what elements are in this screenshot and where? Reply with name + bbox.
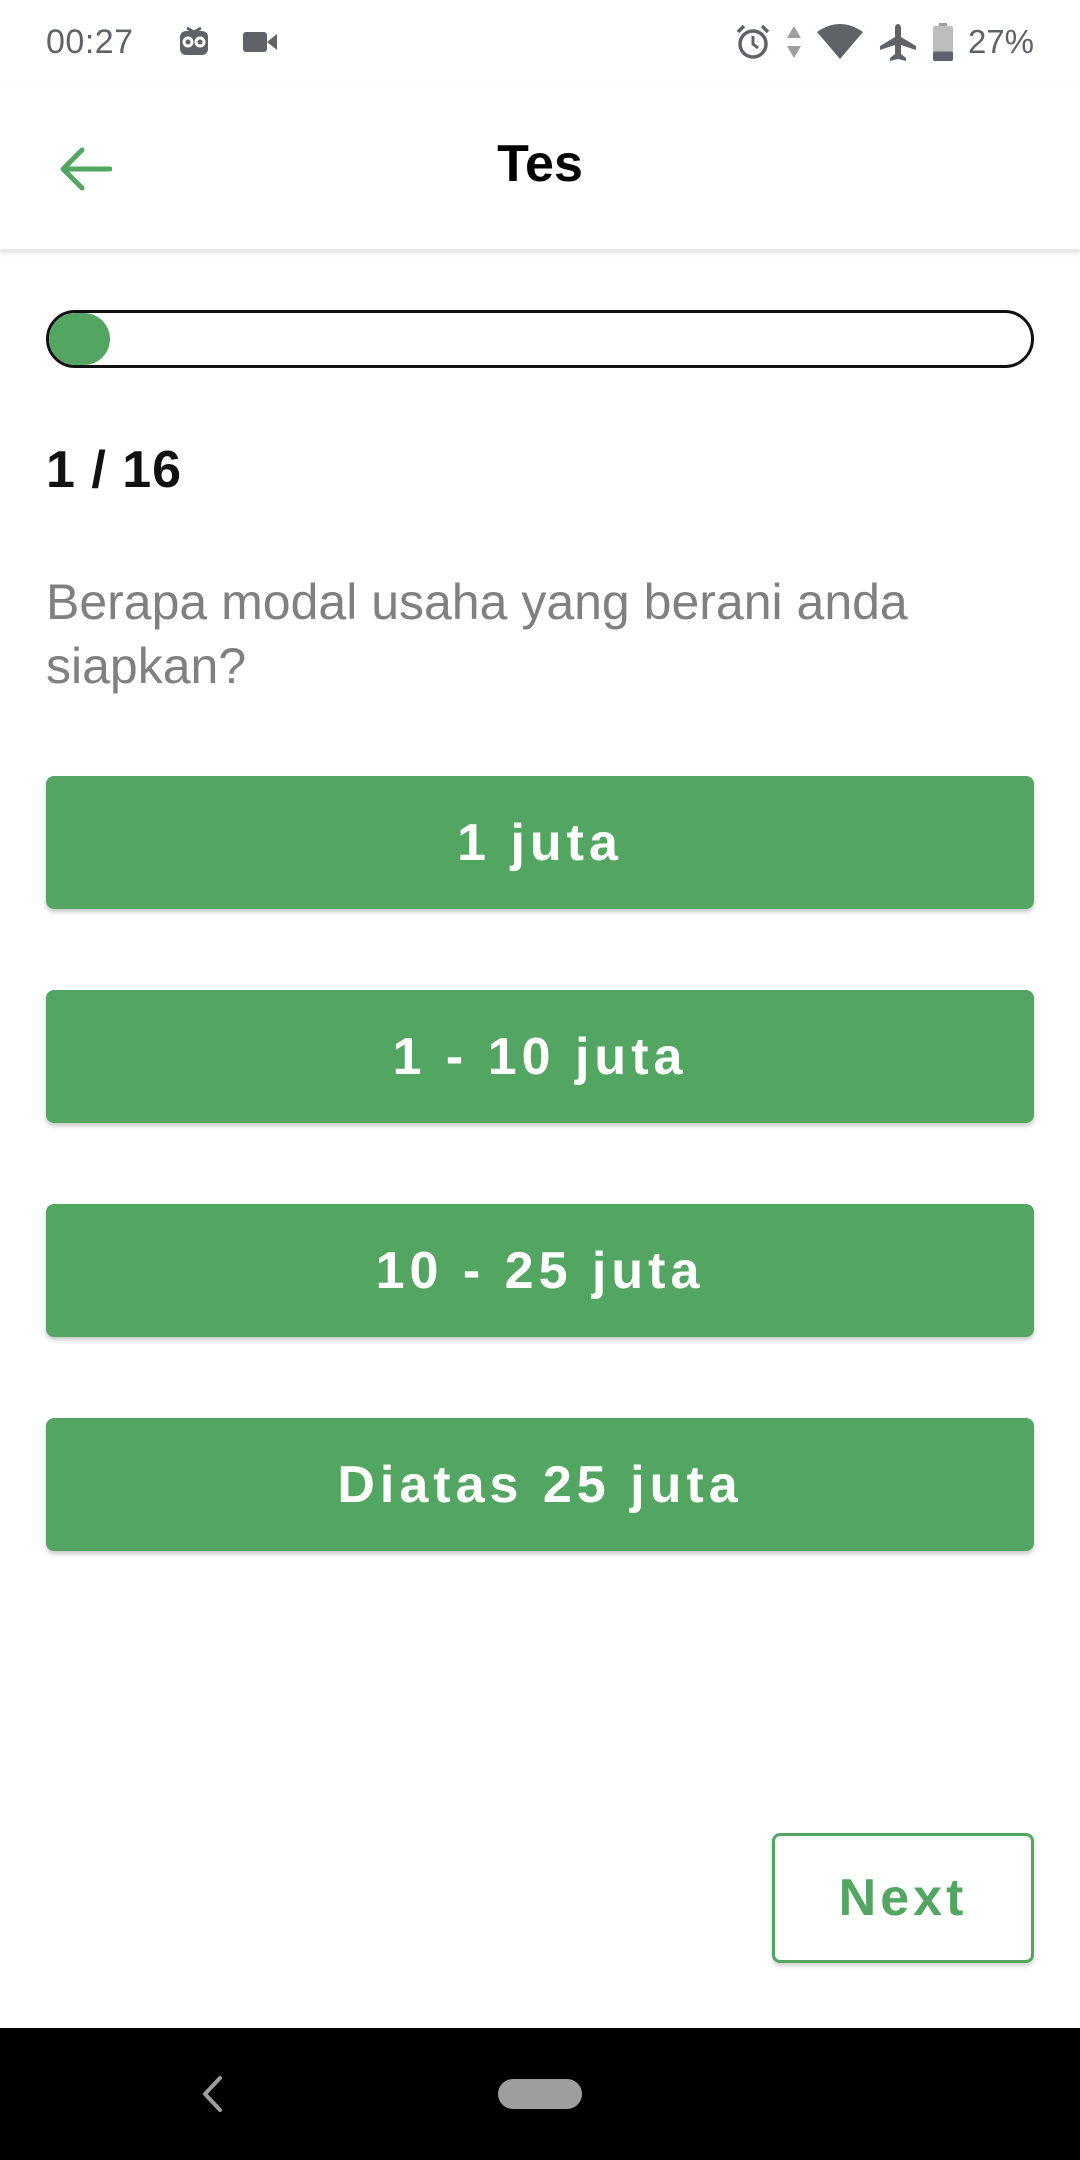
video-camera-icon bbox=[240, 22, 280, 62]
page-title: Tes bbox=[497, 135, 583, 193]
chevron-left-icon bbox=[203, 2076, 222, 2112]
home-pill-icon[interactable] bbox=[498, 2079, 582, 2109]
option-button-3[interactable]: 10 - 25 juta bbox=[46, 1204, 1034, 1337]
option-button-2[interactable]: 1 - 10 juta bbox=[46, 990, 1034, 1123]
data-arrows-icon bbox=[786, 22, 802, 62]
airplane-icon bbox=[878, 22, 918, 62]
question-text: Berapa modal usaha yang berani anda siap… bbox=[46, 574, 908, 694]
progress-fill bbox=[49, 313, 110, 365]
app-bar: Tes bbox=[0, 84, 1080, 250]
navigation-bar bbox=[0, 2028, 1080, 2160]
status-time: 00:27 bbox=[46, 22, 134, 61]
wifi-icon bbox=[816, 22, 864, 62]
status-bar: 00:27 27% bbox=[0, 0, 1080, 84]
option-button-4[interactable]: Diatas 25 juta bbox=[46, 1418, 1034, 1551]
owl-icon bbox=[174, 22, 214, 62]
option-button-1[interactable]: 1 juta bbox=[46, 776, 1034, 909]
question-counter: 1 / 16 bbox=[46, 441, 183, 499]
battery-percent: 27% bbox=[967, 23, 1034, 60]
nav-back-button[interactable] bbox=[190, 2068, 234, 2120]
progress-bar bbox=[46, 310, 1034, 368]
answer-options: 1 juta 1 - 10 juta 10 - 25 juta Diatas 2… bbox=[46, 776, 1034, 1632]
alarm-icon bbox=[734, 22, 772, 62]
screen: 00:27 27% Tes 1 / 16 Berapa modal usaha … bbox=[0, 0, 1080, 2160]
battery-icon bbox=[932, 22, 954, 62]
next-button[interactable]: Next bbox=[772, 1833, 1034, 1963]
